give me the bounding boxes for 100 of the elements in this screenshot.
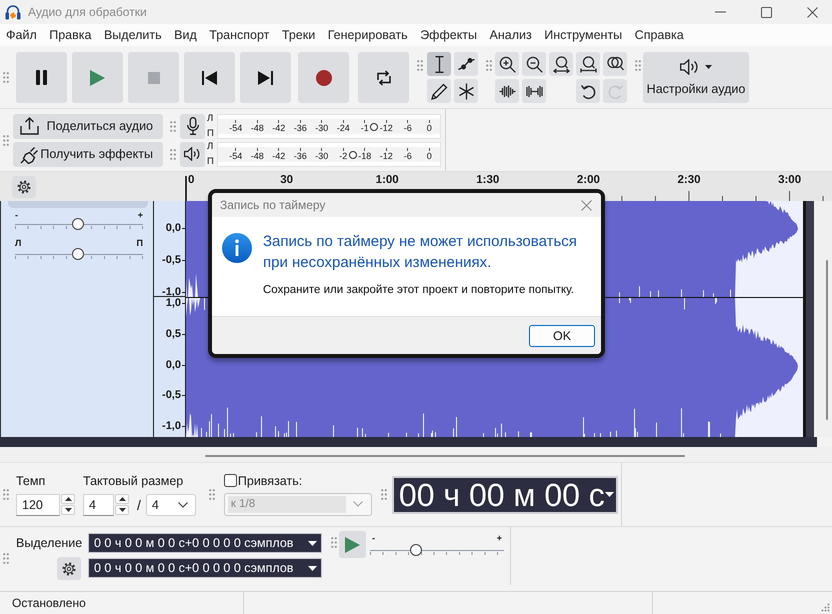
slider-knob[interactable]	[72, 218, 84, 230]
time-tick-label: 1:00	[376, 174, 399, 187]
spin-down-button[interactable]	[115, 505, 129, 515]
share-button[interactable]: Поделиться аудио	[13, 114, 163, 138]
audio-setup-label: Настройки аудио	[646, 82, 746, 96]
record-button[interactable]	[298, 52, 349, 103]
slider-knob[interactable]	[370, 122, 378, 130]
scale-label: -0,5	[162, 254, 185, 267]
horizontal-scrollbar-thumb[interactable]	[205, 455, 685, 457]
grip-icon[interactable]	[635, 60, 641, 71]
microphone-button[interactable]	[180, 114, 205, 138]
zoom-toggle-button[interactable]	[603, 52, 627, 76]
grip-icon[interactable]	[3, 72, 9, 83]
scrollbar-thumb[interactable]	[826, 260, 828, 420]
chevron-down-icon	[178, 502, 188, 508]
window-title: Аудио для обработки	[28, 5, 147, 19]
grip-icon[interactable]	[3, 134, 9, 146]
meter-tick-label: -18	[358, 148, 372, 160]
slider-knob[interactable]	[348, 150, 357, 158]
separator-label: /	[137, 496, 141, 512]
track-tab[interactable]	[8, 201, 148, 208]
trim-button[interactable]	[495, 79, 519, 103]
meter-tick-label: 0	[426, 148, 432, 160]
undo-button[interactable]	[576, 79, 600, 103]
menu-item[interactable]: Файл	[6, 28, 37, 42]
loop-button[interactable]	[358, 52, 409, 103]
beat-unit-dropdown[interactable]: 4	[146, 494, 196, 516]
grip-icon[interactable]	[3, 489, 9, 500]
plug-button[interactable]: Получить эффекты	[13, 142, 163, 166]
up-arrow-icon	[64, 497, 72, 501]
menu-item[interactable]: Справка	[634, 28, 684, 42]
stop-icon	[148, 72, 160, 84]
minimize-icon[interactable]	[715, 11, 726, 13]
close-icon[interactable]	[807, 6, 818, 18]
zoom-in-button[interactable]	[495, 52, 519, 76]
resize-grip-icon[interactable]	[821, 603, 830, 612]
menu-item[interactable]: Анализ	[490, 28, 532, 42]
menu-item[interactable]: Треки	[282, 28, 316, 42]
zoom-fit-icon	[552, 56, 570, 72]
envelope-tool-button[interactable]	[454, 52, 478, 76]
maximize-icon[interactable]	[761, 6, 772, 18]
select-tool-button[interactable]	[427, 52, 451, 76]
fit-selection-button[interactable]	[549, 52, 573, 76]
spin-down-button[interactable]	[61, 505, 75, 515]
menu-item[interactable]: Транспорт	[209, 28, 270, 42]
grip-icon[interactable]	[417, 60, 423, 71]
silence-button[interactable]	[522, 79, 546, 103]
slider-max-label: +	[496, 534, 502, 542]
grip-icon[interactable]	[486, 60, 492, 71]
upload-icon	[20, 117, 39, 135]
grip-icon[interactable]	[170, 148, 176, 160]
spin-up-button[interactable]	[61, 494, 75, 504]
skip-end-button[interactable]	[240, 52, 291, 103]
time-tick-label: 0	[188, 174, 194, 187]
multi-tool-button[interactable]	[454, 79, 478, 103]
zoom-out-button[interactable]	[522, 52, 546, 76]
zoom-width-icon	[580, 56, 596, 72]
menu-item[interactable]: Выделить	[104, 28, 162, 42]
grip-icon[interactable]	[331, 537, 337, 548]
record-meter-slider[interactable]: -54 -48 -42 -36 -30 -24 -1 -12 -6 0	[217, 114, 441, 138]
skip-start-button[interactable]	[184, 52, 235, 103]
selection-start-field[interactable]: 0 0 ч 0 0 м 0 0 с+0 0 0 0 0 сэмплов	[88, 533, 322, 553]
draw-tool-button[interactable]	[427, 79, 451, 103]
record-icon	[316, 70, 332, 86]
play-at-speed-button[interactable]	[339, 531, 366, 558]
play-button[interactable]	[72, 52, 123, 103]
menu-item[interactable]: Генерировать	[328, 28, 408, 42]
speaker-button[interactable]	[180, 142, 205, 166]
slider-knob[interactable]	[72, 248, 84, 260]
slider-knob[interactable]	[410, 544, 422, 556]
speaker-icon	[680, 59, 699, 75]
menu-item[interactable]: Правка	[49, 28, 92, 42]
app-logo-icon	[5, 4, 21, 20]
audio-setup-button[interactable]: Настройки аудио	[643, 52, 749, 103]
grip-icon[interactable]	[170, 120, 176, 132]
beats-field[interactable]: 4	[83, 494, 114, 516]
grip-icon[interactable]	[380, 489, 387, 500]
meter-tick-label: 0	[426, 120, 432, 132]
close-icon[interactable]	[581, 200, 592, 210]
channel-label: П	[207, 128, 215, 138]
spin-up-button[interactable]	[115, 494, 129, 504]
ok-button[interactable]: OK	[529, 324, 595, 346]
grip-icon[interactable]	[3, 553, 9, 564]
share-label: Поделиться аудио	[46, 119, 153, 133]
menu-item[interactable]: Инструменты	[544, 28, 622, 42]
menu-item[interactable]: Эффекты	[420, 28, 478, 42]
pencil-icon	[430, 82, 448, 100]
fit-project-button[interactable]	[576, 52, 600, 76]
grip-icon[interactable]	[208, 489, 215, 500]
slider-min-label: -	[372, 534, 375, 542]
selection-settings-button[interactable]	[57, 557, 81, 580]
timeline-settings-button[interactable]	[12, 176, 36, 198]
tempo-field[interactable]: 120	[16, 494, 60, 516]
selection-end-field[interactable]: 0 0 ч 0 0 м 0 0 с+0 0 0 0 0 сэмплов	[88, 558, 322, 578]
time-display[interactable]: 00 ч 00 м 00 с	[392, 476, 618, 514]
playback-meter-slider[interactable]: -54 -48 -42 -36 -30 -2 -18 -12 -6 0	[217, 142, 441, 166]
menu-item[interactable]: Вид	[174, 28, 197, 42]
pause-button[interactable]	[16, 52, 67, 103]
channel-label: Л	[207, 114, 214, 124]
loop-icon	[376, 70, 392, 86]
